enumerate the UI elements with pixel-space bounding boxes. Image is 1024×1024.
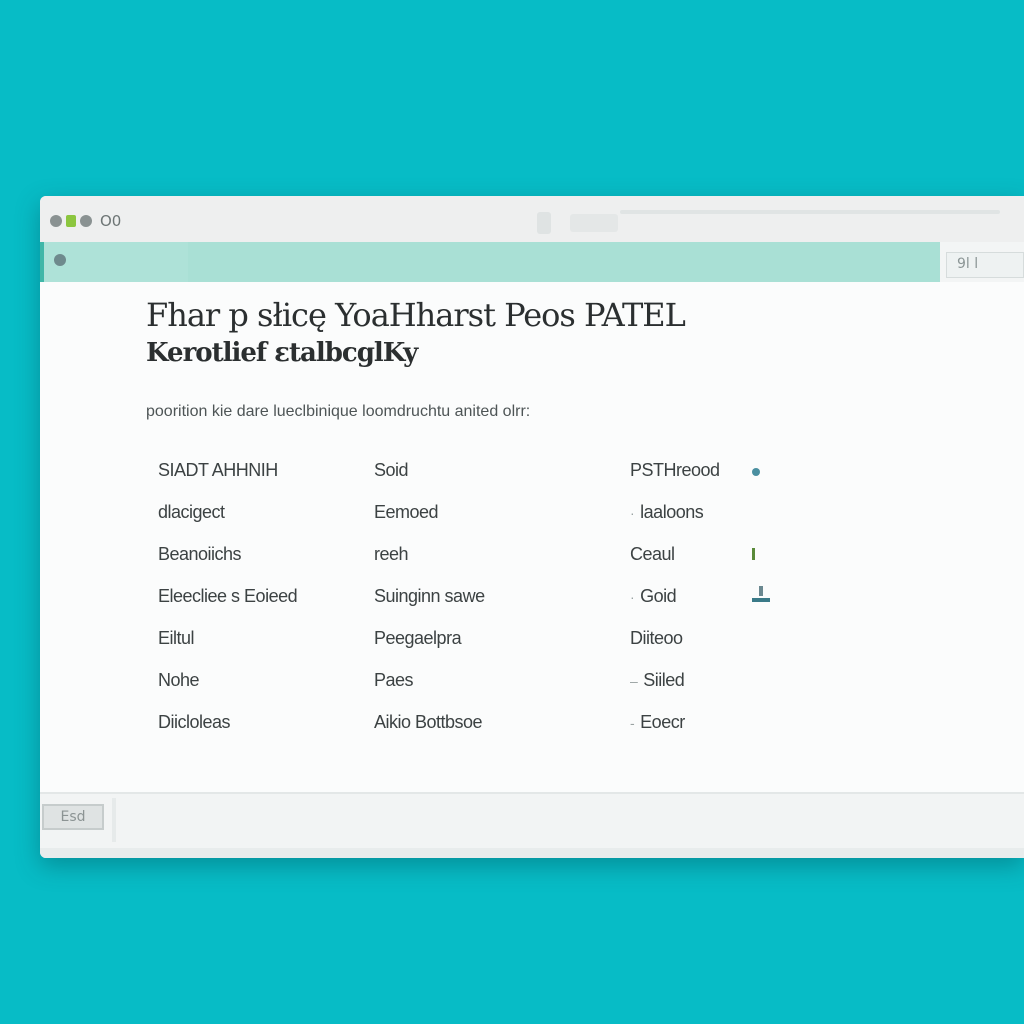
table-cell-name: Eiltul — [158, 628, 195, 648]
pin-icon — [752, 468, 760, 476]
table-cell-status: · Goid — [630, 586, 677, 607]
table-cell-status-text: PSTHreood — [630, 460, 720, 480]
row-action[interactable] — [752, 586, 770, 607]
table-cell-status: PSTHreood — [630, 460, 720, 481]
table-cell-value: Paes — [374, 670, 414, 690]
page-subtitle: Kerotlief ɛtalbcglKy — [146, 338, 418, 368]
bar-icon — [752, 548, 755, 560]
table-cell-value: Eemoed — [374, 502, 439, 522]
table-row[interactable]: SIADT AHHNIH Soid PSTHreood — [158, 460, 798, 484]
app-window: O0 9l l Fhar p słicę YoaHharst Peos PATE… — [40, 196, 1024, 858]
table-cell-status-text: Ceaul — [630, 544, 675, 564]
page-description: poorition kie dare lueclbinique loomdruc… — [146, 403, 531, 420]
table-cell-name: Eleecliee s Eoieed — [158, 586, 298, 606]
tab-favicon-icon — [54, 254, 66, 266]
table-cell-status-text: Diiteoo — [630, 628, 683, 648]
table-cell-value: Peegaelpra — [374, 628, 462, 648]
window-controls: O0 — [50, 212, 121, 230]
footer-bar: Esd — [40, 792, 1024, 850]
row-action[interactable] — [752, 544, 755, 565]
table-cell-value: reeh — [374, 544, 409, 564]
table-cell-status: Ceaul — [630, 544, 675, 565]
table-cell-value: Aikio Bottbsoe — [374, 712, 483, 732]
table-cell-status: – Siiled — [630, 670, 685, 691]
table-row[interactable]: Nohe Paes – Siiled — [158, 670, 798, 694]
table-cell-name: Diicloleas — [158, 712, 231, 732]
tab-strip — [188, 242, 940, 282]
table-cell-name: dlacigect — [158, 502, 225, 522]
titlebar-text: O0 — [100, 212, 122, 230]
row-marker: · — [630, 589, 635, 605]
window-bottom-edge — [40, 848, 1024, 858]
settings-icon[interactable] — [50, 215, 62, 227]
table-cell-name: Nohe — [158, 670, 200, 690]
main-content: Fhar p słicę YoaHharst Peos PATEL Kerotl… — [40, 282, 1024, 792]
table-row[interactable]: Diicloleas Aikio Bottbsoe - Eoecr — [158, 712, 798, 736]
table-cell-status: Diiteoo — [630, 628, 683, 649]
table-cell-value: Suinginn sawe — [374, 586, 485, 606]
tab-bar: 9l l — [40, 242, 1024, 282]
tray-icon — [752, 586, 770, 602]
tab-active[interactable] — [40, 242, 188, 282]
row-marker: · — [630, 505, 635, 521]
address-bar[interactable] — [570, 214, 618, 232]
toolbar-track — [620, 210, 1000, 214]
table-row[interactable]: Eiltul Peegaelpra Diiteoo — [158, 628, 798, 652]
tab-right-button[interactable]: 9l l — [946, 252, 1024, 278]
status-icon — [66, 215, 76, 227]
table-row[interactable]: Beanoiichs reeh Ceaul — [158, 544, 798, 568]
titlebar: O0 — [40, 196, 1024, 243]
menu-icon[interactable] — [80, 215, 92, 227]
footer-button[interactable]: Esd — [42, 804, 104, 830]
page-title: Fhar p słicę YoaHharst Peos PATEL — [146, 296, 686, 334]
table-cell-status: · laaloons — [630, 502, 704, 523]
table-cell-name: Beanoiichs — [158, 544, 242, 564]
table-row[interactable]: dlacigect Eemoed · laaloons — [158, 502, 798, 526]
table-cell-status-text: Eoecr — [640, 712, 685, 732]
row-marker: - — [630, 715, 635, 731]
table-cell-name: SIADT AHHNIH — [158, 460, 278, 480]
table-cell-value: Soid — [374, 460, 409, 480]
table-cell-status: - Eoecr — [630, 712, 685, 733]
row-action[interactable] — [752, 460, 760, 481]
footer-divider — [112, 798, 116, 842]
drag-handle[interactable] — [537, 212, 551, 234]
table-cell-status-text: laaloons — [640, 502, 704, 522]
table-cell-status-text: Goid — [640, 586, 677, 606]
table-row[interactable]: Eleecliee s Eoieed Suinginn sawe · Goid — [158, 586, 798, 610]
row-marker: – — [630, 673, 638, 689]
table-cell-status-text: Siiled — [643, 670, 685, 690]
